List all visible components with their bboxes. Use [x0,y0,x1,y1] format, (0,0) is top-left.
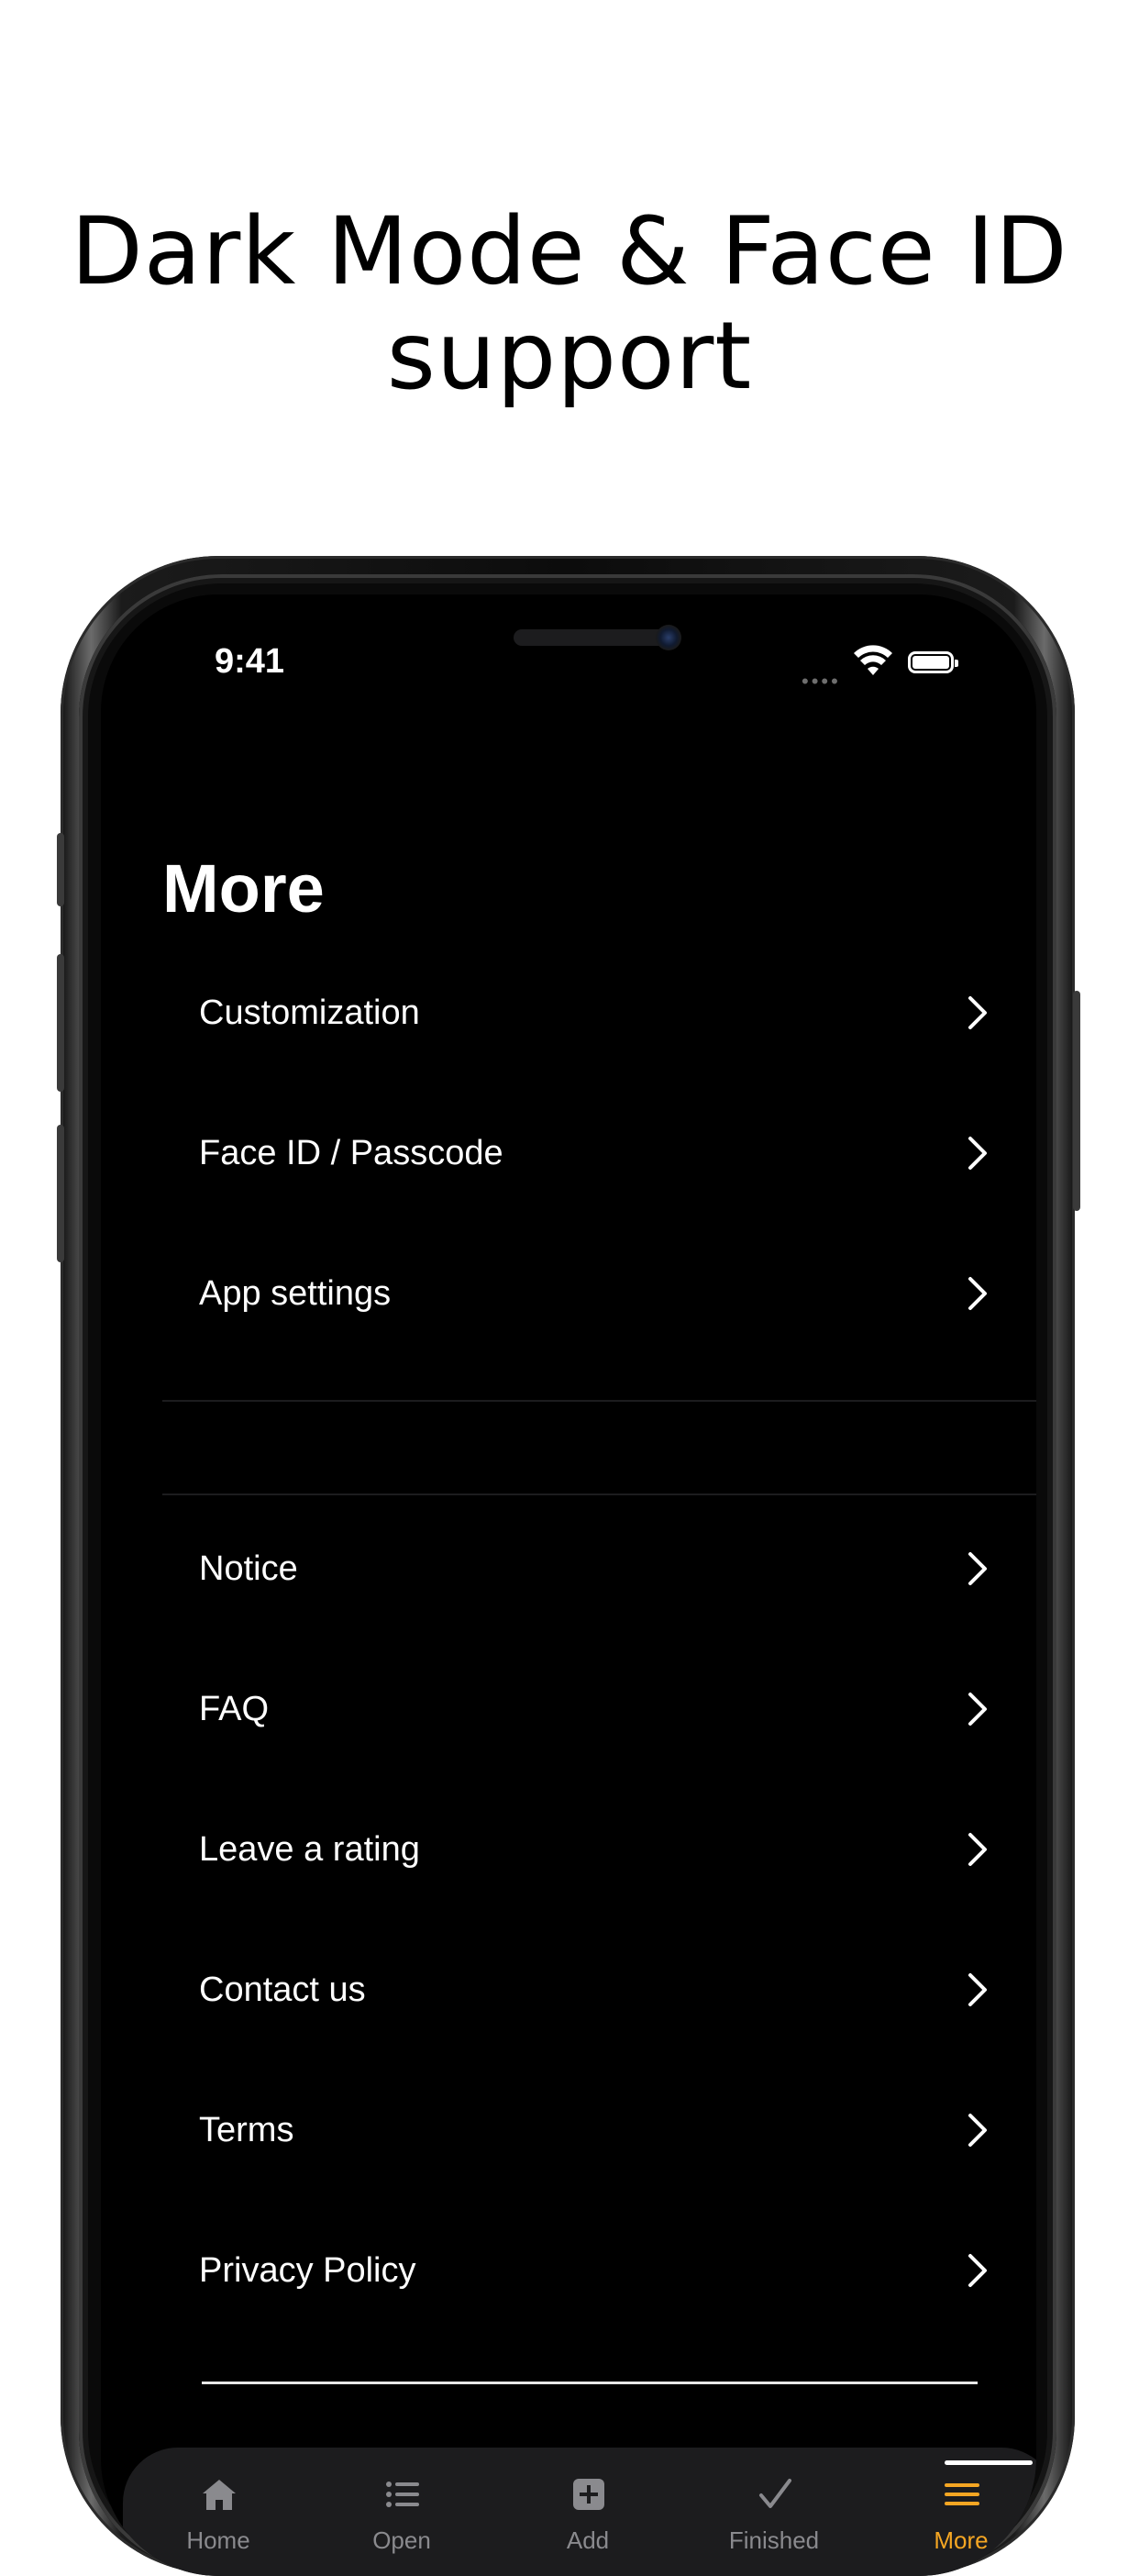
hamburger-icon [945,2483,979,2505]
plus-square-icon [573,2479,604,2510]
tab-label: More [934,2526,989,2554]
front-camera [656,625,681,650]
tab-label: Add [566,2526,610,2554]
chevron-right-icon [968,1693,987,1726]
menu-group-info: Notice FAQ Leave a rating Contact us Ter… [162,1499,1036,2341]
menu-item-label: Face ID / Passcode [199,1134,503,1172]
tab-bar: Home Open Add Finished More [123,2448,1036,2576]
menu-item-privacy-policy[interactable]: Privacy Policy [162,2201,1036,2341]
tab-active-indicator [945,2460,1033,2465]
page-title: More [162,850,325,927]
menu-item-notice[interactable]: Notice [162,1499,1036,1639]
checkmark-icon [759,2479,791,2508]
tab-more[interactable]: More [866,2448,1036,2576]
menu-item-label: App settings [199,1274,392,1313]
tab-label: Finished [728,2526,820,2554]
chevron-right-icon [968,1833,987,1866]
menu-item-faq[interactable]: FAQ [162,1639,1036,1780]
menu-item-label: Privacy Policy [199,2251,416,2290]
menu-item-face-id-passcode[interactable]: Face ID / Passcode [162,1083,1036,1224]
tab-open[interactable]: Open [306,2448,497,2576]
chevron-right-icon [968,996,987,1029]
menu-item-label: Leave a rating [199,1830,420,1869]
phone-mute-switch [57,833,64,906]
phone-volume-down-button [57,1125,64,1262]
chevron-right-icon [968,1137,987,1170]
headline-line-1: Dark Mode & Face ID [71,197,1068,306]
menu-item-label: Terms [199,2111,294,2149]
cellular-signal-icon: •••• [802,670,841,693]
menu-item-label: Customization [199,994,420,1032]
tab-label: Open [372,2526,431,2554]
menu-item-leave-rating[interactable]: Leave a rating [162,1780,1036,1920]
chevron-right-icon [968,2114,987,2147]
phone-volume-up-button [57,954,64,1092]
marketing-headline: Dark Mode & Face ID support [0,200,1139,409]
phone-screen: 9:41 •••• More Customization Face ID / P… [101,594,1036,2576]
tab-finished[interactable]: Finished [679,2448,869,2576]
tab-label: Home [186,2526,250,2554]
menu-item-app-settings[interactable]: App settings [162,1224,1036,1364]
phone-power-button [1073,991,1080,1211]
section-divider-top [162,1400,1036,1402]
tab-home[interactable]: Home [123,2448,314,2576]
menu-item-label: Notice [199,1549,298,1588]
battery-icon [908,651,958,673]
chevron-right-icon [968,1973,987,2006]
menu-item-customization[interactable]: Customization [162,943,1036,1083]
menu-item-label: Contact us [199,1971,366,2009]
status-time: 9:41 [215,642,285,681]
list-icon [386,2482,419,2507]
tab-add[interactable]: Add [492,2448,683,2576]
house-icon [203,2480,236,2510]
list-end-line [202,2382,978,2384]
menu-group-settings: Customization Face ID / Passcode App set… [162,943,1036,1364]
chevron-right-icon [968,2254,987,2287]
menu-item-label: FAQ [199,1690,270,1728]
wifi-icon [854,645,892,675]
speaker-grille [514,629,671,646]
chevron-right-icon [968,1277,987,1310]
menu-item-terms[interactable]: Terms [162,2060,1036,2201]
menu-item-contact-us[interactable]: Contact us [162,1920,1036,2060]
chevron-right-icon [968,1552,987,1585]
section-divider-bottom [162,1493,1036,1495]
headline-line-2: support [386,302,753,411]
